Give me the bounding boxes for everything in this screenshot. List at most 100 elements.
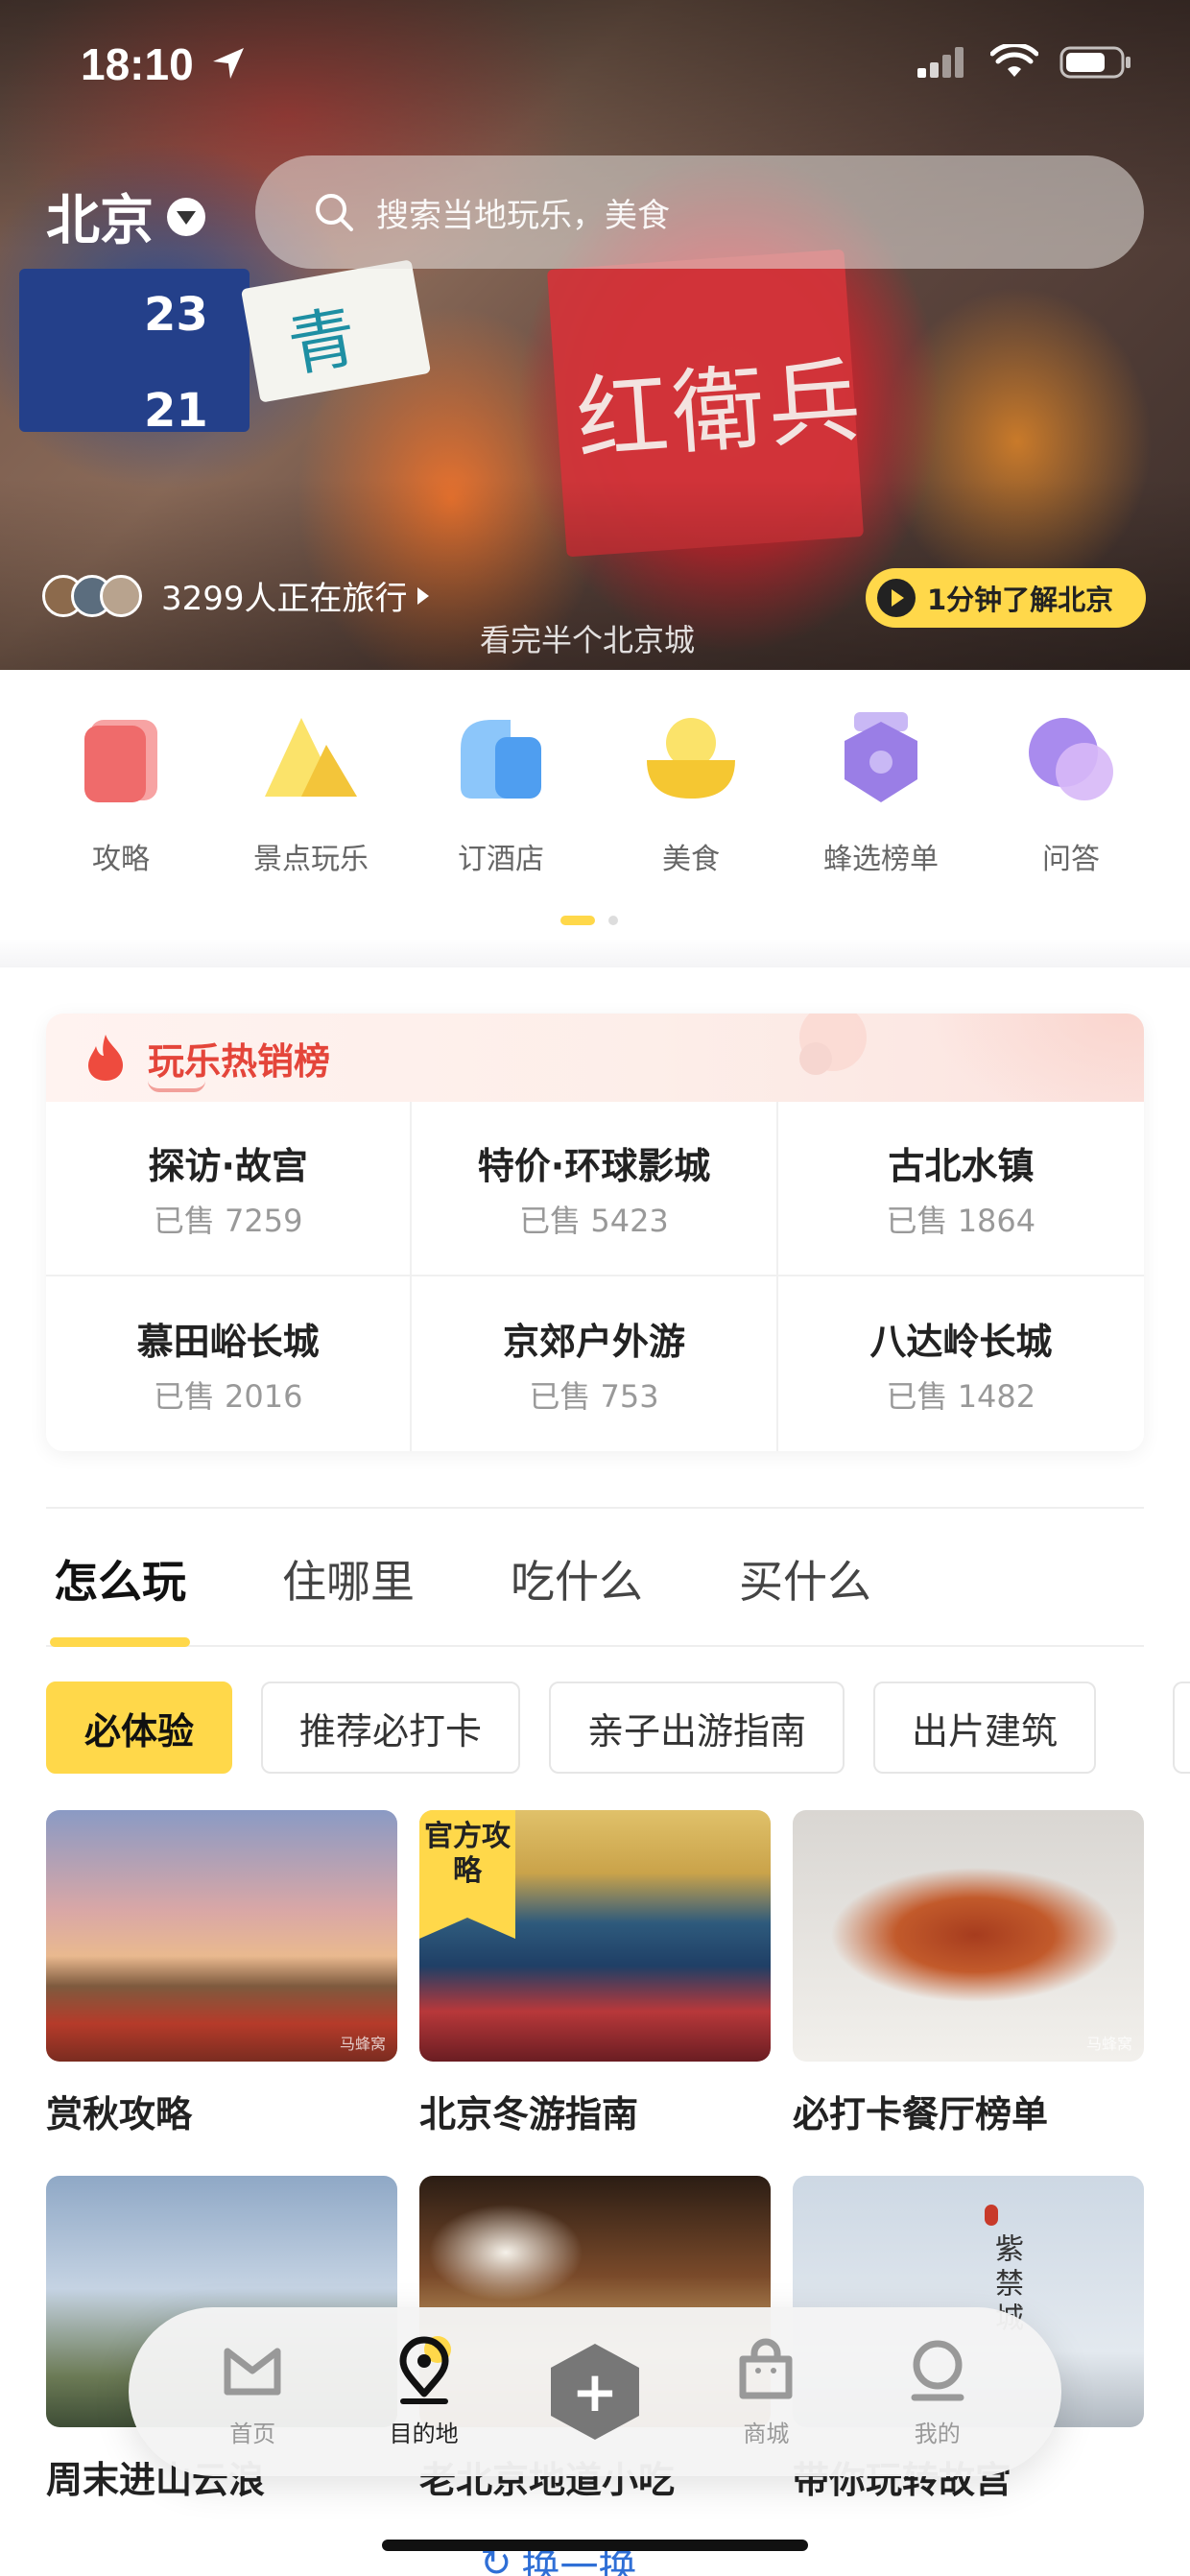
category-label: 美食 xyxy=(662,843,720,876)
tab-what-to-buy[interactable]: 买什么 xyxy=(739,1547,871,1610)
tab-how-to-play[interactable]: 怎么玩 xyxy=(54,1547,186,1610)
nav-label: 首页 xyxy=(229,2420,276,2447)
hot-list-header[interactable]: 玩乐热销榜 xyxy=(46,1014,1144,1102)
category-qa[interactable]: 问答 xyxy=(976,710,1166,877)
category-strategy[interactable]: 攻略 xyxy=(26,710,216,877)
chip-recommended-checkin[interactable]: 推荐必打卡 xyxy=(261,1682,521,1774)
qa-icon xyxy=(1029,718,1113,800)
nav-profile[interactable]: 我的 xyxy=(870,2336,1005,2448)
nav-label: 商城 xyxy=(743,2420,790,2447)
page-dot xyxy=(608,916,618,925)
bottom-nav: 首页 目的地 + 商城 我的 xyxy=(129,2307,1061,2476)
hot-list-item[interactable]: 特价·环球影城 已售 5423 xyxy=(412,1102,778,1276)
category-attractions[interactable]: 景点玩乐 xyxy=(216,710,406,877)
red-seal-decor xyxy=(985,2205,998,2226)
hot-item-sold: 已售 1482 xyxy=(886,1377,1036,1415)
chip-must-experience[interactable]: 必体验 xyxy=(46,1682,233,1774)
avatar xyxy=(100,574,142,617)
hot-list-card: 玩乐热销榜 探访·故宫 已售 7259 特价·环球影城 已售 5423 古北水镇… xyxy=(46,1014,1144,1451)
search-bar[interactable]: 搜索当地玩乐，美食 xyxy=(255,155,1144,269)
guide-card[interactable]: 马蜂窝 必打卡餐厅榜单 xyxy=(793,1810,1144,2137)
card-title: 北京冬游指南 xyxy=(419,2093,639,2135)
city-name: 北京 xyxy=(46,190,154,252)
active-tab-indicator xyxy=(50,1637,190,1647)
travellers-count: 3299人正在旅行 xyxy=(161,580,408,618)
battery-icon xyxy=(1059,46,1130,79)
home-indicator xyxy=(382,2540,808,2551)
signal-icon xyxy=(917,47,964,78)
filter-chips: 必体验 推荐必打卡 亲子出游指南 出片建筑 xyxy=(46,1682,1097,1774)
hotel-icon xyxy=(461,720,541,799)
category-ranking[interactable]: 蜂选榜单 xyxy=(786,710,976,877)
nav-shop[interactable]: 商城 xyxy=(699,2336,833,2448)
card-title: 赏秋攻略 xyxy=(46,2093,193,2135)
ranking-icon xyxy=(845,712,917,802)
city-selector[interactable]: 北京 xyxy=(46,178,205,255)
hot-item-name: 古北水镇 xyxy=(888,1144,1035,1187)
hero-caption: 看完半个北京城 xyxy=(480,622,696,658)
category-label: 攻略 xyxy=(92,843,150,876)
divider xyxy=(46,1645,1144,1647)
hot-item-sold: 已售 2016 xyxy=(153,1377,303,1415)
card-image: 马蜂窝 xyxy=(46,1810,397,2062)
card-watermark: 马蜂窝 xyxy=(1085,2035,1132,2053)
food-icon xyxy=(647,718,735,799)
learn-city-label: 1分钟了解北京 xyxy=(927,584,1114,616)
tab-what-to-eat[interactable]: 吃什么 xyxy=(511,1547,643,1610)
hero-flag-text: 红衛兵 xyxy=(573,346,869,475)
hot-list-item[interactable]: 京郊户外游 已售 753 xyxy=(412,1276,778,1451)
divider xyxy=(46,1507,1144,1509)
chip-overflow[interactable] xyxy=(1173,1682,1190,1774)
hot-item-name: 特价·环球影城 xyxy=(477,1144,711,1187)
nav-destination[interactable]: 目的地 xyxy=(357,2335,491,2448)
page-indicator xyxy=(560,916,618,925)
hot-list-item[interactable]: 八达岭长城 已售 1482 xyxy=(778,1276,1144,1451)
hot-item-name: 慕田峪长城 xyxy=(136,1320,320,1363)
fire-icon xyxy=(88,1035,123,1081)
tab-where-to-stay[interactable]: 住哪里 xyxy=(282,1547,415,1610)
chevron-right-icon xyxy=(416,586,429,605)
hero-plate-number-2: 21 xyxy=(144,384,208,438)
destination-icon xyxy=(399,2335,451,2404)
section-divider xyxy=(0,939,1190,967)
hot-item-name: 八达岭长城 xyxy=(869,1320,1053,1363)
chip-photo-architecture[interactable]: 出片建筑 xyxy=(873,1682,1097,1774)
add-icon: + xyxy=(550,2344,639,2440)
shop-bag-icon xyxy=(739,2338,793,2398)
nav-label: 目的地 xyxy=(389,2420,459,2447)
card-title: 必打卡餐厅榜单 xyxy=(793,2093,1049,2135)
nav-create[interactable]: + xyxy=(528,2344,662,2440)
hot-list-item[interactable]: 探访·故宫 已售 7259 xyxy=(46,1102,413,1276)
status-indicators xyxy=(916,44,1132,81)
decor-bubble xyxy=(799,1042,832,1075)
guide-card[interactable]: 马蜂窝 赏秋攻略 xyxy=(46,1810,397,2137)
content-tabs: 怎么玩 住哪里 吃什么 买什么 xyxy=(54,1547,967,1610)
hot-list-title: 玩乐热销榜 xyxy=(148,1032,330,1092)
category-hotel[interactable]: 订酒店 xyxy=(406,710,596,877)
hot-item-sold: 已售 7259 xyxy=(153,1202,303,1239)
card-image: 官方攻略 xyxy=(419,1810,771,2062)
chip-family-guide[interactable]: 亲子出游指南 xyxy=(549,1682,845,1774)
hot-item-name: 探访·故宫 xyxy=(148,1144,308,1187)
card-watermark: 马蜂窝 xyxy=(339,2035,386,2053)
hot-list-item[interactable]: 古北水镇 已售 1864 xyxy=(777,1102,1144,1276)
nav-home[interactable]: 首页 xyxy=(185,2336,320,2448)
category-label: 订酒店 xyxy=(458,843,544,876)
strategy-icon xyxy=(84,720,157,802)
category-label: 蜂选榜单 xyxy=(823,843,939,876)
hot-item-sold: 已售 5423 xyxy=(519,1202,669,1239)
learn-city-button[interactable]: 1分钟了解北京 xyxy=(866,568,1146,628)
category-food[interactable]: 美食 xyxy=(596,710,786,877)
category-label: 景点玩乐 xyxy=(253,843,369,876)
hot-item-sold: 已售 753 xyxy=(529,1377,659,1415)
guide-card[interactable]: 官方攻略 北京冬游指南 xyxy=(419,1810,771,2137)
decor-wave xyxy=(875,1014,1144,1102)
travellers-link[interactable]: 3299人正在旅行 xyxy=(42,572,429,619)
hot-list-item[interactable]: 慕田峪长城 已售 2016 xyxy=(46,1276,413,1451)
search-icon xyxy=(316,194,353,231)
profile-icon xyxy=(911,2340,964,2400)
card-image: 马蜂窝 xyxy=(793,1810,1144,2062)
hot-item-sold: 已售 1864 xyxy=(886,1202,1036,1239)
hero-plate xyxy=(19,269,250,432)
nav-label: 我的 xyxy=(914,2420,961,2447)
